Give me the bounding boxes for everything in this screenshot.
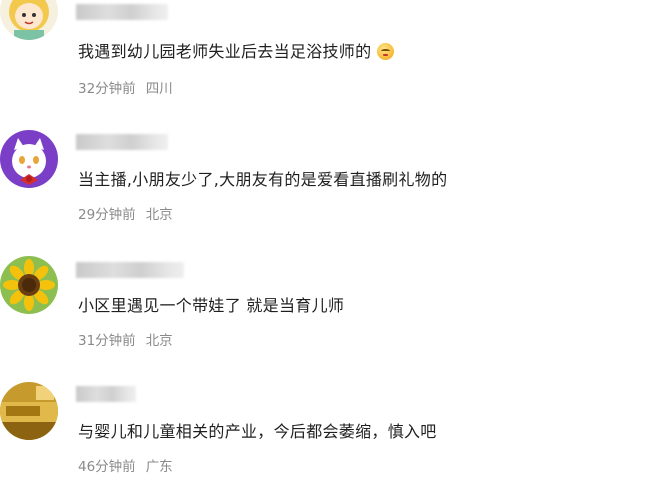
comment-location: 四川 [145,81,173,97]
comment-location: 广东 [145,459,173,475]
comment-text: 与婴儿和儿童相关的产业，今后都会萎缩，慎入吧 [78,422,437,441]
comment-item: 当主播,小朋友少了,大朋友有的是爱看直播刷礼物的 29分钟前 北京 [0,126,660,252]
username-redacted[interactable] [76,386,136,402]
comment-meta: 29分钟前 北京 [78,203,173,223]
comment-time: 31分钟前 [78,333,136,349]
comment-location: 北京 [145,333,173,349]
comment-time: 32分钟前 [78,81,136,97]
comment-text: 我遇到幼儿园老师失业后去当足浴技师的 [78,38,395,62]
comment-time: 46分钟前 [78,459,136,475]
comment-text: 小区里遇见一个带娃了 就是当育儿师 [78,296,345,315]
comment-location: 北京 [145,207,173,223]
comment-time: 29分钟前 [78,207,136,223]
smirk-emoji-icon [377,43,395,60]
comment-text: 当主播,小朋友少了,大朋友有的是爱看直播刷礼物的 [78,170,448,189]
comment-meta: 31分钟前 北京 [78,329,173,349]
comment-item: 与婴儿和儿童相关的产业，今后都会萎缩，慎入吧 46分钟前 广东 [0,378,660,504]
comment-meta: 32分钟前 四川 [78,77,173,97]
cartoon-cat-avatar-icon[interactable] [0,130,58,188]
cartoon-girl-avatar-icon[interactable] [0,0,58,40]
comment-item: 我遇到幼儿园老师失业后去当足浴技师的 32分钟前 四川 [0,0,660,126]
gold-photo-avatar-icon[interactable] [0,382,58,440]
comment-meta: 46分钟前 广东 [78,455,173,475]
username-redacted[interactable] [76,4,168,20]
username-redacted[interactable] [76,134,168,150]
sunflower-avatar-icon[interactable] [0,256,58,314]
username-redacted[interactable] [76,262,184,278]
comment-item: 小区里遇见一个带娃了 就是当育儿师 31分钟前 北京 [0,252,660,378]
